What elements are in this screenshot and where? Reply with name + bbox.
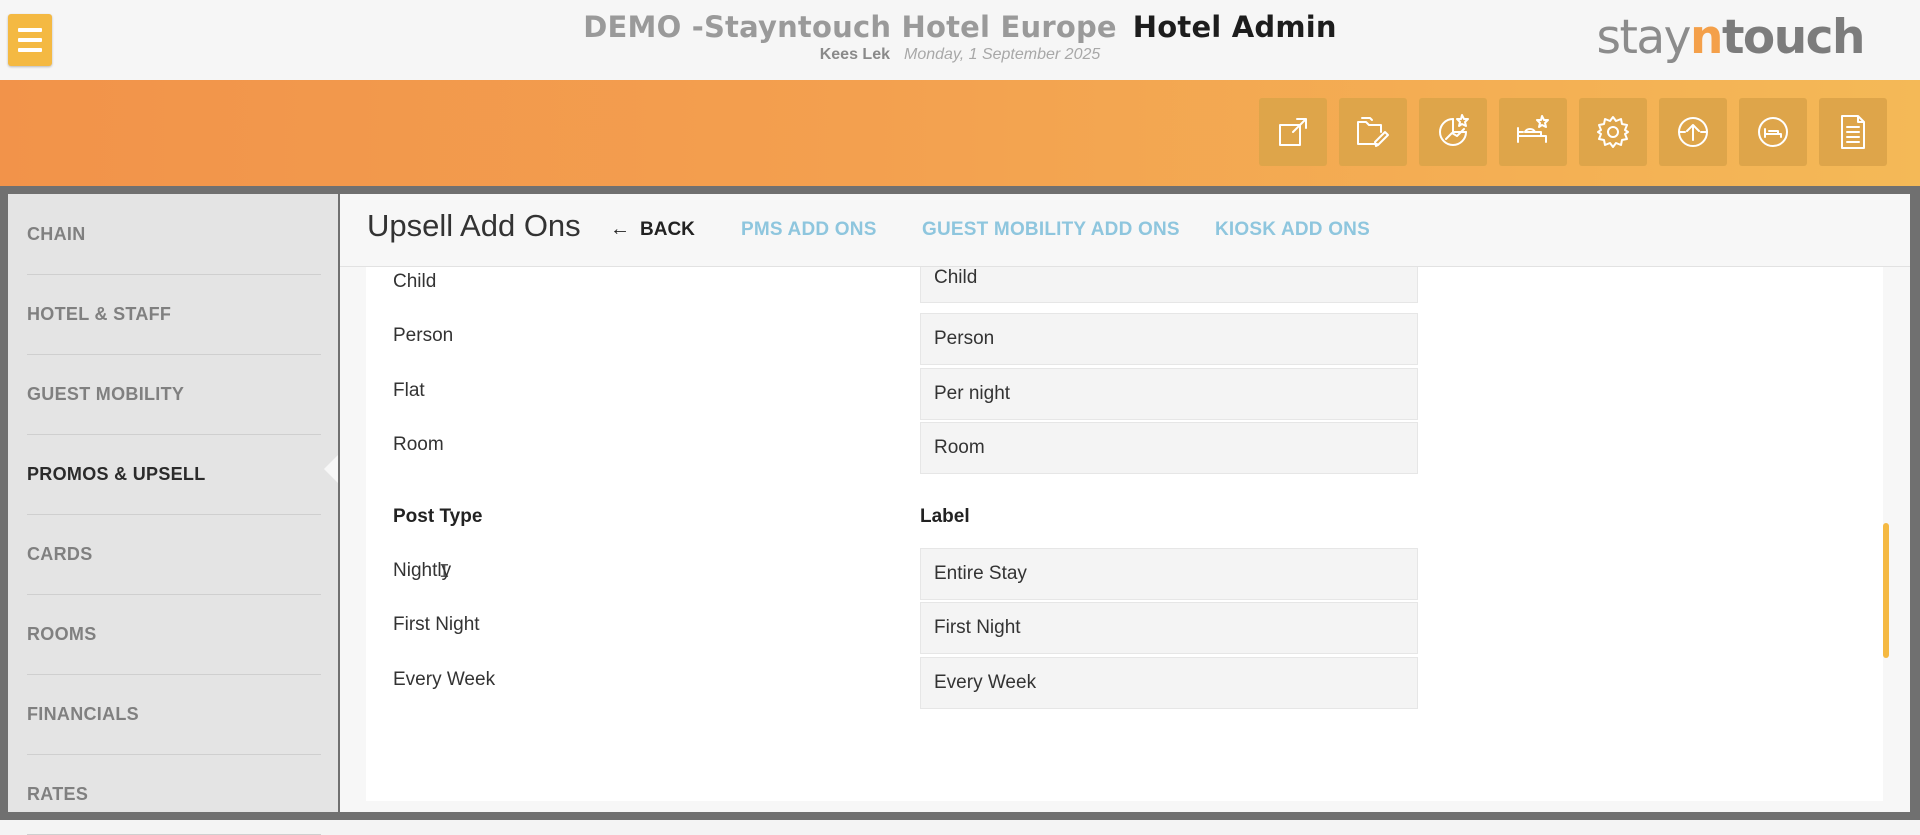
- report-button[interactable]: [1819, 98, 1887, 166]
- amount-type-label: Person: [393, 325, 454, 346]
- admin-sidebar: CHAIN HOTEL & STAFF GUEST MOBILITY PROMO…: [8, 194, 338, 835]
- logo-text-stay: stay: [1596, 10, 1691, 65]
- vertical-scrollbar[interactable]: [1883, 523, 1889, 658]
- sidebar-item-label: RATES: [27, 783, 89, 804]
- bed-star-icon: [1517, 115, 1549, 143]
- external-link-icon: [1279, 118, 1307, 146]
- gear-icon: [1597, 116, 1629, 148]
- post-type-first-night-input[interactable]: First Night: [920, 602, 1418, 654]
- sidebar-item-chain[interactable]: CHAIN: [27, 194, 321, 275]
- upsell-settings-panel: Child Child Person Person Flat Per night…: [366, 267, 1883, 801]
- sidebar-item-promos-upsell[interactable]: PROMOS & UPSELL: [27, 434, 321, 515]
- tab-kiosk-add-ons[interactable]: KIOSK ADD ONS: [1215, 219, 1370, 241]
- sidebar-item-label: ROOMS: [27, 623, 97, 644]
- top-header: DEMO -Stayntouch Hotel Europe Hotel Admin…: [0, 0, 1920, 80]
- amount-type-label: Flat: [393, 380, 425, 401]
- active-indicator-arrow: [324, 455, 338, 483]
- amount-type-flat-input[interactable]: Per night: [920, 368, 1418, 420]
- folder-edit-icon: [1357, 117, 1389, 147]
- settings-button[interactable]: [1579, 98, 1647, 166]
- back-button[interactable]: ← BACK: [610, 218, 695, 241]
- sidebar-item-label: PROMOS & UPSELL: [27, 463, 206, 484]
- post-type-nightly-input[interactable]: Entire Stay: [920, 548, 1418, 600]
- business-date: Monday, 1 September 2025: [903, 46, 1101, 63]
- amount-type-person-input[interactable]: Person: [920, 313, 1418, 365]
- sidebar-item-rooms[interactable]: ROOMS: [27, 594, 321, 675]
- post-type-header: Post Type: [393, 506, 483, 527]
- content-area: Upsell Add Ons ← BACK PMS ADD ONS GUEST …: [340, 194, 1910, 812]
- amount-type-label: Room: [393, 434, 444, 455]
- sidebar-item-hotel-staff[interactable]: HOTEL & STAFF: [27, 274, 321, 355]
- rooms-button[interactable]: [1739, 98, 1807, 166]
- logo-text-touch: touch: [1721, 10, 1866, 65]
- arrow-left-icon: ←: [610, 218, 630, 240]
- external-link-button[interactable]: [1259, 98, 1327, 166]
- sidebar-item-cards[interactable]: CARDS: [27, 514, 321, 595]
- quick-action-toolbar: [0, 80, 1920, 186]
- amount-type-room-input[interactable]: Room: [920, 422, 1418, 474]
- sidebar-item-guest-mobility[interactable]: GUEST MOBILITY: [27, 354, 321, 435]
- post-type-every-week-input[interactable]: Every Week: [920, 657, 1418, 709]
- amount-type-label: Child: [393, 271, 437, 292]
- tab-pms-add-ons[interactable]: PMS ADD ONS: [741, 219, 877, 241]
- chart-star-icon: [1439, 114, 1469, 146]
- label-header: Label: [920, 506, 970, 527]
- sidebar-item-label: HOTEL & STAFF: [27, 303, 172, 324]
- app-name: Hotel Admin: [1132, 10, 1337, 44]
- main-frame: CHAIN HOTEL & STAFF GUEST MOBILITY PROMO…: [0, 186, 1920, 835]
- stayntouch-logo: stayntouch: [1596, 10, 1866, 65]
- sidebar-item-label: CHAIN: [27, 223, 86, 244]
- page-title: Upsell Add Ons: [367, 208, 581, 243]
- bed-star-button[interactable]: [1499, 98, 1567, 166]
- chart-star-button[interactable]: [1419, 98, 1487, 166]
- sidebar-item-financials[interactable]: FINANCIALS: [27, 674, 321, 755]
- upload-button[interactable]: [1659, 98, 1727, 166]
- tab-guest-mobility-add-ons[interactable]: GUEST MOBILITY ADD ONS: [922, 219, 1180, 241]
- hotel-name: DEMO -Stayntouch Hotel Europe: [583, 10, 1117, 44]
- folder-edit-button[interactable]: [1339, 98, 1407, 166]
- post-type-label: Every Week: [393, 669, 496, 690]
- post-type-label: Nightly: [393, 560, 452, 581]
- sidebar-item-rates[interactable]: RATES: [27, 754, 321, 835]
- sidebar-item-label: GUEST MOBILITY: [27, 383, 185, 404]
- bed-circle-icon: [1758, 117, 1788, 147]
- content-header: Upsell Add Ons ← BACK PMS ADD ONS GUEST …: [340, 194, 1910, 267]
- post-type-label: First Night: [393, 614, 480, 635]
- logo-text-n: n: [1689, 10, 1723, 65]
- back-label: BACK: [640, 218, 695, 240]
- amount-type-child-input[interactable]: Child: [920, 267, 1418, 303]
- sidebar-item-label: FINANCIALS: [27, 703, 139, 724]
- user-name: Kees Lek: [819, 46, 890, 63]
- document-icon: [1841, 115, 1865, 149]
- sidebar-item-label: CARDS: [27, 543, 93, 564]
- upload-circle-icon: [1678, 117, 1708, 147]
